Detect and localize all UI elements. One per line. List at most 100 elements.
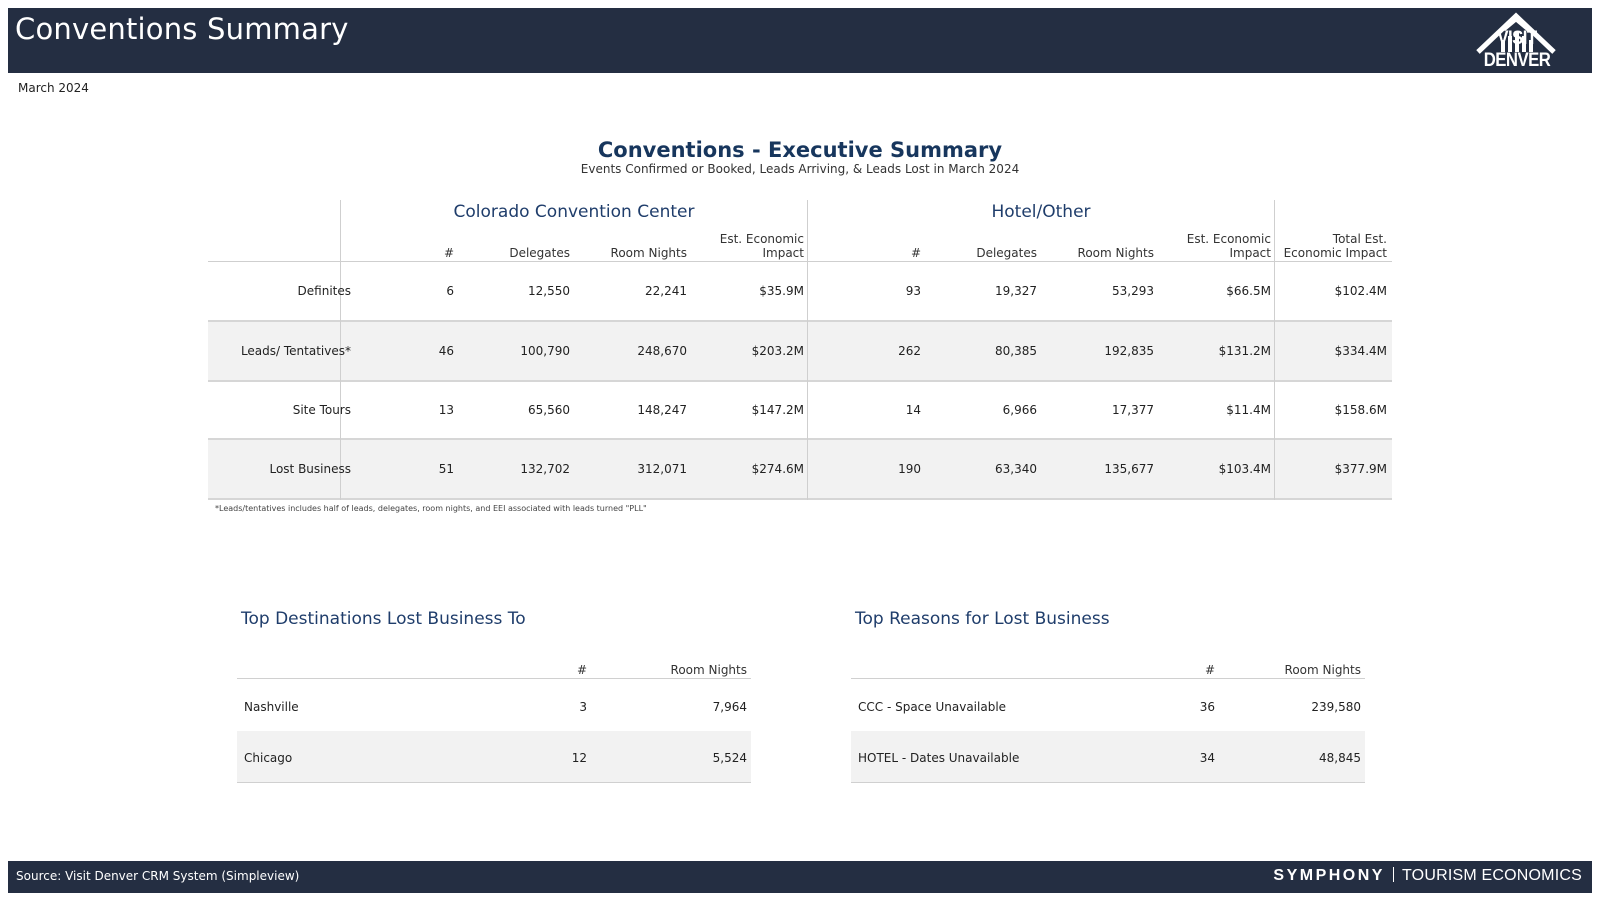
col-header-eei-line1: Est. Economic (1186, 232, 1271, 246)
brand-divider (1392, 867, 1394, 882)
col-header-eei-line2: Impact (1229, 246, 1271, 260)
col-header-count: # (576, 663, 587, 677)
col-header-eei: Est. Economic Impact (1187, 232, 1271, 260)
cell-hotel-room-nights: 135,677 (1104, 462, 1154, 476)
brand-primary: SYMPHONY (1273, 867, 1385, 884)
executive-summary-title: Conventions - Executive Summary (597, 138, 1003, 162)
cell-hotel-room-nights: 192,835 (1104, 344, 1154, 358)
cell-hotel-count: 93 (905, 284, 921, 298)
cell-ccc-eei: $35.9M (759, 284, 804, 298)
cell-total-eei: $158.6M (1334, 403, 1387, 417)
cell-ccc-room-nights: 312,071 (637, 462, 687, 476)
reason-count: 34 (1199, 751, 1215, 765)
cell-hotel-count: 262 (898, 344, 921, 358)
table-row-definites: Definites 6 12,550 22,241 $35.9M 93 19,3… (208, 262, 1392, 322)
group-hotel-other: Hotel/Other (991, 202, 1091, 222)
col-header-count: # (1204, 663, 1215, 677)
col-header-room-nights: Room Nights (610, 246, 687, 260)
destinations-title: Top Destinations Lost Business To (241, 609, 526, 629)
cell-total-eei: $334.4M (1334, 344, 1387, 358)
destination-name: Chicago (244, 751, 293, 765)
header-bar: Conventions Summary VISIT DENVER (8, 8, 1592, 73)
brand-secondary: TOURISM ECONOMICS (1401, 867, 1582, 884)
header-divider (851, 678, 1365, 679)
cell-hotel-delegates: 6,966 (1002, 403, 1037, 417)
reasons-title: Top Reasons for Lost Business (855, 609, 1110, 629)
cell-total-eei: $102.4M (1334, 284, 1387, 298)
cell-ccc-delegates: 132,702 (520, 462, 570, 476)
col-header-total-line1: Total Est. (1332, 232, 1387, 246)
list-item: Chicago 12 5,524 (237, 731, 751, 782)
cell-hotel-count: 190 (898, 462, 921, 476)
cell-hotel-delegates: 19,327 (995, 284, 1037, 298)
report-period: March 2024 (18, 81, 89, 95)
destination-count: 12 (571, 751, 587, 765)
table-row-lost-business: Lost Business 51 132,702 312,071 $274.6M… (208, 440, 1392, 500)
page-title: Conventions Summary (15, 12, 349, 46)
list-item: CCC - Space Unavailable 36 239,580 (851, 680, 1365, 731)
row-label: Site Tours (292, 403, 351, 417)
col-header-room-nights: Room Nights (1077, 246, 1154, 260)
cell-hotel-room-nights: 17,377 (1112, 403, 1154, 417)
row-divider (851, 782, 1365, 783)
cell-ccc-delegates: 12,550 (528, 284, 570, 298)
cell-ccc-room-nights: 22,241 (645, 284, 687, 298)
col-header-total-line2: Economic Impact (1283, 246, 1387, 260)
cell-total-eei: $377.9M (1334, 462, 1387, 476)
row-label: Definites (297, 284, 351, 298)
cell-ccc-count: 46 (438, 344, 454, 358)
reason-name: CCC - Space Unavailable (858, 700, 1007, 714)
destination-name: Nashville (244, 700, 299, 714)
cell-ccc-room-nights: 248,670 (637, 344, 687, 358)
col-header-delegates: Delegates (976, 246, 1037, 260)
cell-ccc-count: 13 (438, 403, 454, 417)
cell-ccc-eei: $274.6M (751, 462, 804, 476)
row-divider (237, 782, 751, 783)
list-item: HOTEL - Dates Unavailable 34 48,845 (851, 731, 1365, 782)
group-colorado-convention-center: Colorado Convention Center (453, 202, 695, 222)
col-header-eei: Est. Economic Impact (720, 232, 804, 260)
cell-ccc-count: 6 (446, 284, 454, 298)
cell-ccc-delegates: 65,560 (528, 403, 570, 417)
executive-summary-table: Colorado Convention Center Hotel/Other #… (208, 200, 1392, 500)
executive-summary-subtitle: Events Confirmed or Booked, Leads Arrivi… (580, 162, 1020, 176)
visit-denver-logo: VISIT DENVER (1456, 12, 1578, 72)
col-header-eei-line1: Est. Economic (719, 232, 804, 246)
reason-room-nights: 239,580 (1311, 700, 1361, 714)
col-header-count: # (910, 246, 921, 260)
table-row-site-tours: Site Tours 13 65,560 148,247 $147.2M 14 … (208, 381, 1392, 441)
row-label: Lost Business (269, 462, 351, 476)
destination-room-nights: 5,524 (712, 751, 747, 765)
reasons-table: # Room Nights CCC - Space Unavailable 36… (851, 660, 1365, 783)
cell-hotel-eei: $103.4M (1218, 462, 1271, 476)
destination-count: 3 (579, 700, 587, 714)
row-label: Leads/ Tentatives* (240, 344, 351, 358)
cell-ccc-room-nights: 148,247 (637, 403, 687, 417)
col-header-room-nights: Room Nights (670, 663, 747, 677)
col-header-room-nights: Room Nights (1284, 663, 1361, 677)
header-divider (237, 678, 751, 679)
cell-hotel-room-nights: 53,293 (1112, 284, 1154, 298)
cell-hotel-eei: $11.4M (1226, 403, 1271, 417)
list-item: Nashville 3 7,964 (237, 680, 751, 731)
cell-ccc-count: 51 (438, 462, 454, 476)
cell-hotel-count: 14 (905, 403, 921, 417)
cell-hotel-eei: $66.5M (1226, 284, 1271, 298)
cell-hotel-eei: $131.2M (1218, 344, 1271, 358)
symphony-tourism-economics-logo: SYMPHONY TOURISM ECONOMICS (1273, 867, 1582, 885)
col-header-total-eei: Total Est. Economic Impact (1284, 232, 1387, 260)
reason-room-nights: 48,845 (1319, 751, 1361, 765)
cell-ccc-eei: $147.2M (751, 403, 804, 417)
table-footnote: *Leads/tentatives includes half of leads… (215, 504, 647, 513)
col-header-eei-line2: Impact (762, 246, 804, 260)
cell-ccc-delegates: 100,790 (520, 344, 570, 358)
destinations-table: # Room Nights Nashville 3 7,964 Chicago … (237, 660, 751, 783)
footer-bar: Source: Visit Denver CRM System (Simplev… (8, 861, 1592, 893)
cell-hotel-delegates: 80,385 (995, 344, 1037, 358)
table-row-leads-tentatives: Leads/ Tentatives* 46 100,790 248,670 $2… (208, 322, 1392, 382)
col-header-delegates: Delegates (509, 246, 570, 260)
cell-ccc-eei: $203.2M (751, 344, 804, 358)
reason-name: HOTEL - Dates Unavailable (858, 751, 1020, 765)
cell-hotel-delegates: 63,340 (995, 462, 1037, 476)
destination-room-nights: 7,964 (712, 700, 747, 714)
